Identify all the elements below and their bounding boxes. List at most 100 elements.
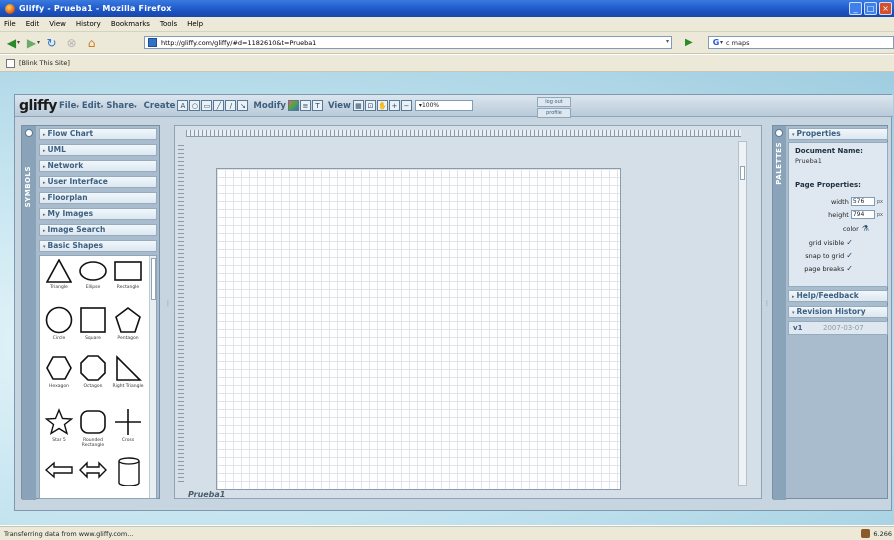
palettes-tab[interactable]: PALETTES: [773, 126, 786, 500]
shapes-scroll-thumb[interactable]: [151, 258, 156, 300]
expand-arrow-icon: ▸: [792, 294, 795, 300]
fit-page-icon[interactable]: ⊡: [364, 100, 376, 111]
width-input[interactable]: 576: [850, 197, 875, 206]
window-controls: _ □ ×: [849, 2, 892, 15]
category-image-search[interactable]: ▸ Image Search: [39, 224, 157, 236]
shape-hexagon[interactable]: Hexagon: [44, 354, 74, 389]
stop-icon[interactable]: ⊗: [63, 35, 80, 50]
octagon-shape-icon: [80, 355, 106, 381]
right-panel-collapse-handle[interactable]: ⋮: [764, 300, 770, 314]
grid-view-icon[interactable]: ▦: [352, 100, 364, 111]
category-my-images[interactable]: ▸ My Images: [39, 208, 157, 220]
shape-right-triangle[interactable]: Right Triangle: [112, 354, 144, 389]
shape-circle[interactable]: Circle: [44, 306, 74, 341]
height-input[interactable]: 794: [850, 210, 875, 219]
search-input[interactable]: c maps: [726, 39, 749, 47]
search-engine-dropdown-icon[interactable]: ▾: [720, 39, 723, 46]
canvas-scrollbar[interactable]: [738, 141, 747, 486]
revision-row[interactable]: v1 2007-03-07: [788, 321, 888, 335]
menu-edit[interactable]: Edit: [26, 20, 40, 28]
canvas-scroll-thumb[interactable]: [740, 166, 745, 180]
shape-cross[interactable]: Cross: [112, 408, 144, 443]
address-bar[interactable]: http://gliffy.com/gliffy/#d=1182610&t=Pr…: [144, 36, 672, 49]
zoom-out-icon[interactable]: −: [400, 100, 412, 111]
category-network[interactable]: ▸ Network: [39, 160, 157, 172]
minimize-icon[interactable]: _: [849, 2, 862, 15]
drawing-canvas[interactable]: [216, 168, 621, 490]
menu-history[interactable]: History: [76, 20, 101, 28]
home-icon[interactable]: ⌂: [83, 35, 100, 50]
shape-star-5[interactable]: Star 5: [44, 408, 74, 443]
category-flow-chart[interactable]: ▸ Flow Chart: [39, 128, 157, 140]
firefox-icon: [5, 3, 15, 14]
menu-tools[interactable]: Tools: [160, 20, 177, 28]
share-menu[interactable]: Share▾: [106, 101, 136, 111]
shape-pentagon[interactable]: Pentagon: [112, 306, 144, 341]
close-icon[interactable]: ×: [879, 2, 892, 15]
profile-link[interactable]: profile: [537, 108, 571, 118]
shape-square[interactable]: Square: [78, 306, 108, 341]
shapes-scrollbar[interactable]: [149, 256, 156, 498]
left-panel-collapse-handle[interactable]: ⋮: [165, 300, 171, 314]
menu-file[interactable]: File: [4, 20, 16, 28]
maximize-icon[interactable]: □: [864, 2, 877, 15]
search-box[interactable]: G ▾ c maps: [708, 36, 894, 49]
connector-tool-icon[interactable]: ↘: [237, 100, 249, 111]
category-basic-shapes[interactable]: ▾ Basic Shapes: [39, 240, 157, 252]
menu-help[interactable]: Help: [187, 20, 203, 28]
line-style-icon[interactable]: ≡: [299, 100, 311, 111]
vertical-ruler: [178, 142, 184, 482]
shape-label: Ellipse: [85, 285, 101, 290]
menu-bookmarks[interactable]: Bookmarks: [111, 20, 150, 28]
page-properties-heading: Page Properties:: [795, 181, 861, 189]
snap-to-grid-checkbox[interactable]: ✓: [846, 251, 853, 260]
shape-rectangle[interactable]: Rectangle: [112, 259, 144, 290]
line-tool-icon[interactable]: ╱: [213, 100, 225, 111]
shape-rounded-rectangle[interactable]: Rounded Rectangle: [78, 408, 108, 448]
color-row: color ⚗: [843, 224, 869, 233]
properties-header[interactable]: ▾ Properties: [788, 128, 888, 140]
panel-toggle-icon[interactable]: [25, 129, 33, 137]
panel-toggle-icon[interactable]: [775, 129, 783, 137]
shape-label: Circle: [52, 336, 66, 341]
horizontal-ruler: [186, 130, 741, 137]
rectangle-tool-icon[interactable]: ▭: [201, 100, 213, 111]
url-dropdown-icon[interactable]: ▾: [666, 38, 669, 45]
zoom-level-field[interactable]: ▾100%: [414, 100, 473, 111]
revision-history-header[interactable]: ▾ Revision History: [788, 306, 888, 318]
expand-arrow-icon: ▸: [43, 164, 46, 170]
pencil-tool-icon[interactable]: /: [225, 100, 237, 111]
grid-visible-checkbox[interactable]: ✓: [846, 238, 853, 247]
help-feedback-header[interactable]: ▸ Help/Feedback: [788, 290, 888, 302]
chevron-down-icon: ▾: [100, 103, 104, 110]
category-floorplan[interactable]: ▸ Floorplan: [39, 192, 157, 204]
menu-view[interactable]: View: [49, 20, 66, 28]
category-user-interface[interactable]: ▸ User Interface: [39, 176, 157, 188]
paint-bucket-icon[interactable]: ⚗: [862, 224, 869, 233]
shape-left-arrow[interactable]: [44, 461, 74, 481]
shape-triangle[interactable]: Triangle: [44, 258, 74, 290]
url-text[interactable]: http://gliffy.com/gliffy/#d=1182610&t=Pr…: [161, 39, 316, 47]
shape-ellipse[interactable]: Ellipse: [78, 259, 108, 290]
zoom-in-icon[interactable]: +: [388, 100, 400, 111]
edit-menu[interactable]: Edit▾: [82, 101, 103, 111]
shape-double-arrow[interactable]: [78, 461, 108, 481]
forward-dropdown-icon[interactable]: ▾: [37, 39, 40, 46]
go-arrow-icon[interactable]: ▶: [685, 37, 693, 48]
fill-color-icon[interactable]: [287, 100, 299, 111]
symbols-tab[interactable]: SYMBOLS: [22, 126, 36, 500]
logout-link[interactable]: log out: [537, 97, 571, 107]
text-tool-icon[interactable]: A: [177, 100, 189, 111]
back-dropdown-icon[interactable]: ▾: [17, 39, 20, 46]
reload-icon[interactable]: ↻: [43, 35, 60, 50]
file-menu[interactable]: File▾: [59, 101, 79, 111]
text-style-icon[interactable]: T: [311, 100, 323, 111]
page-breaks-checkbox[interactable]: ✓: [846, 264, 853, 273]
shape-octagon[interactable]: Octagon: [78, 354, 108, 389]
category-uml[interactable]: ▸ UML: [39, 144, 157, 156]
status-extension[interactable]: 6.266: [861, 529, 892, 538]
shape-cylinder[interactable]: [114, 456, 144, 488]
bookmark-blink-this-site[interactable]: [Blink This Site]: [19, 59, 70, 67]
pan-icon[interactable]: ✋: [376, 100, 388, 111]
ellipse-tool-icon[interactable]: ○: [189, 100, 201, 111]
